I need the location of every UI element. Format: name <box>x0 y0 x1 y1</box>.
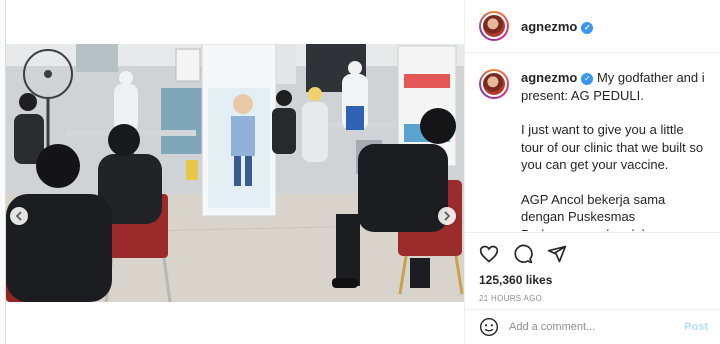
instagram-post: agnezmo ✓ agnezmo ✓ My godfather and i pre… <box>5 0 720 344</box>
previous-slide-button[interactable] <box>10 207 28 225</box>
header-username[interactable]: agnezmo ✓ <box>521 19 594 34</box>
caption-username[interactable]: agnezmo <box>521 70 577 85</box>
post-actions: 125,360 likes 21 hours ago <box>465 232 720 303</box>
verified-badge-icon: ✓ <box>581 73 594 85</box>
chevron-right-icon <box>444 211 451 221</box>
verified-badge-icon: ✓ <box>581 21 594 34</box>
username-link[interactable]: agnezmo <box>521 19 577 34</box>
post-video[interactable] <box>6 44 464 302</box>
like-count[interactable]: 125,360 likes <box>479 273 708 287</box>
post-timestamp[interactable]: 21 hours ago <box>479 294 708 303</box>
caption-paragraph: I just want to give you a little tour of… <box>521 122 704 172</box>
avatar[interactable] <box>479 11 509 41</box>
caption-paragraph: AGP Ancol bekerja sama dengan Puskesmas … <box>521 191 684 232</box>
add-comment-bar: Post <box>465 309 720 344</box>
next-slide-button[interactable] <box>438 207 456 225</box>
comment-icon[interactable] <box>513 244 533 264</box>
post-sidebar: agnezmo ✓ agnezmo ✓ My godfather and i pre… <box>464 0 720 344</box>
clinic-scene-image <box>6 44 464 302</box>
comment-input[interactable] <box>509 321 685 333</box>
emoji-icon[interactable] <box>479 317 499 337</box>
post-comment-button[interactable]: Post <box>684 321 708 333</box>
caption-avatar[interactable] <box>479 69 509 99</box>
share-icon[interactable] <box>547 244 567 264</box>
heart-icon[interactable] <box>479 244 499 264</box>
chevron-left-icon <box>15 211 22 221</box>
post-header: agnezmo ✓ <box>465 0 720 53</box>
caption-section: agnezmo ✓ My godfather and i present: AG … <box>465 53 720 231</box>
caption-text: agnezmo ✓ My godfather and i present: AG … <box>521 69 706 231</box>
